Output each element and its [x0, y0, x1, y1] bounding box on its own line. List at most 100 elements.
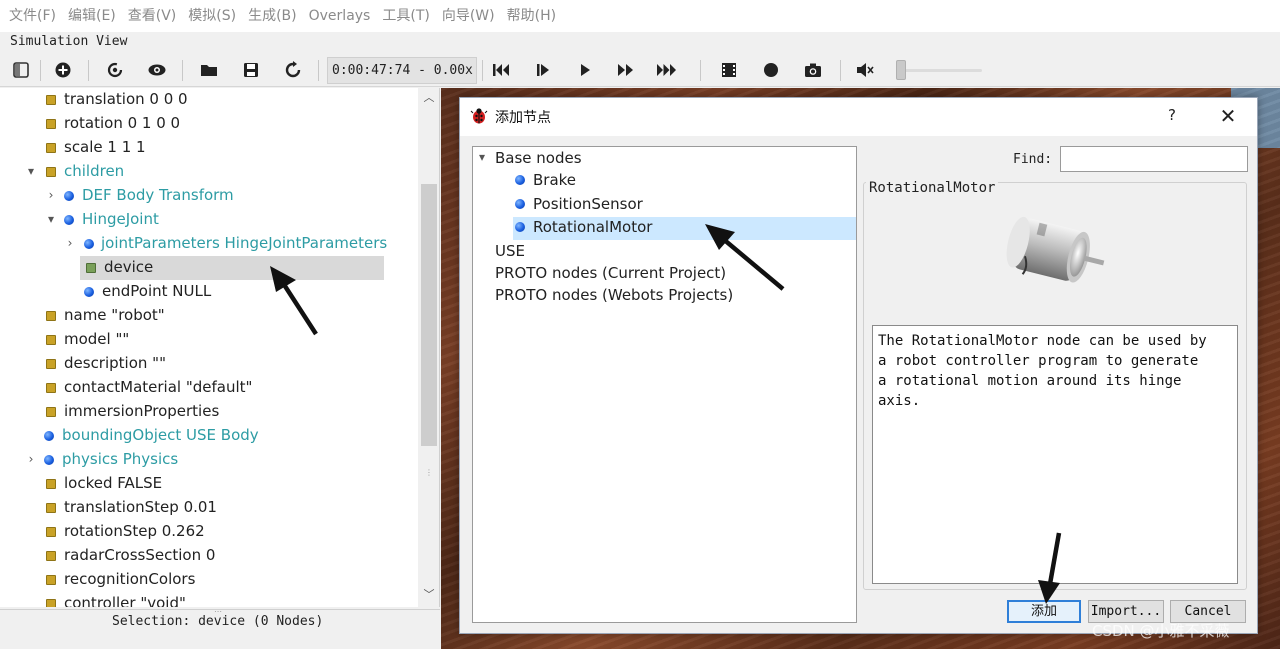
tree-group-use[interactable]: USE [495, 241, 845, 263]
tree-group-proto-webots[interactable]: PROTO nodes (Webots Projects) [495, 285, 845, 307]
tree-row-children[interactable]: ▾ children [0, 160, 418, 184]
tree-row-recognition-colors[interactable]: recognitionColors [0, 568, 418, 592]
menu-tools[interactable]: 工具(T) [376, 0, 435, 32]
node-description: The RotationalMotor node can be used by … [872, 325, 1238, 584]
tree-row-locked[interactable]: locked FALSE [0, 472, 418, 496]
tree-row-endpoint[interactable]: endPoint NULL [0, 280, 418, 304]
tree-row-scale[interactable]: scale 1 1 1 [0, 136, 418, 160]
selection-status-bar: ⋯ Selection: device (0 Nodes) [0, 607, 440, 649]
fastest-icon[interactable] [654, 57, 680, 83]
tree-row-bounding-object[interactable]: boundingObject USE Body [0, 424, 418, 448]
menu-build[interactable]: 生成(B) [242, 0, 303, 32]
add-node-icon[interactable] [50, 57, 76, 83]
field-icon [46, 407, 56, 417]
node-item-rotational-motor[interactable]: RotationalMotor [513, 217, 856, 240]
chevron-right-icon[interactable]: › [44, 187, 58, 203]
close-icon[interactable]: ✕ [1216, 104, 1240, 128]
menu-file[interactable]: 文件(F) [3, 0, 62, 32]
tree-row-device[interactable]: device [0, 256, 418, 280]
watermark: CSDN @小雅不采薇 [1092, 622, 1230, 640]
step-back-icon[interactable] [488, 57, 514, 83]
screenshot-icon[interactable] [800, 57, 826, 83]
help-button[interactable]: ? [1162, 106, 1182, 126]
scroll-up-icon[interactable]: ︿ [418, 89, 439, 107]
chevron-right-icon[interactable]: › [24, 451, 38, 467]
tree-row-rotation[interactable]: rotation 0 1 0 0 [0, 112, 418, 136]
tree-row-model[interactable]: model "" [0, 328, 418, 352]
slider-handle[interactable] [896, 60, 906, 80]
add-button[interactable]: 添加 [1007, 600, 1081, 623]
tree-row-translation[interactable]: translation 0 0 0 [0, 88, 418, 112]
step-icon[interactable] [530, 57, 556, 83]
tree-group-base-nodes[interactable]: ▾ Base nodes [477, 148, 855, 170]
menu-overlays[interactable]: Overlays [303, 0, 377, 32]
simulation-view-title: Simulation View [10, 34, 128, 49]
tree-row-controller[interactable]: controller "void" [0, 592, 418, 607]
node-type-tree: ▾ Base nodes Brake PositionSensor Rotati… [472, 146, 857, 623]
find-input[interactable] [1060, 146, 1248, 172]
tree-row-physics[interactable]: › physics Physics [0, 448, 418, 472]
field-icon [46, 551, 56, 561]
record-movie-icon[interactable] [716, 57, 742, 83]
tree-row-hingejoint[interactable]: ▾ HingeJoint [0, 208, 418, 232]
node-icon [64, 215, 74, 225]
fast-forward-icon[interactable] [613, 57, 639, 83]
scroll-thumb[interactable] [421, 184, 437, 446]
node-icon [84, 239, 94, 249]
field-icon [46, 503, 56, 513]
find-label: Find: [1013, 152, 1053, 167]
scroll-down-icon[interactable]: ﹀ [418, 586, 439, 604]
node-item-brake[interactable]: Brake [513, 170, 853, 192]
field-icon [46, 95, 56, 105]
chevron-down-icon[interactable]: ▾ [44, 211, 58, 227]
selection-status: Selection: device (0 Nodes) [112, 614, 324, 629]
splitter-grip[interactable]: ⋮ [423, 468, 435, 478]
field-icon [46, 527, 56, 537]
tree-row-contact-material[interactable]: contactMaterial "default" [0, 376, 418, 400]
tree-row-description[interactable]: description "" [0, 352, 418, 376]
field-icon [46, 359, 56, 369]
mute-icon[interactable] [852, 57, 878, 83]
record-icon[interactable] [758, 57, 784, 83]
add-node-dialog: 添加节点 ? ✕ ▾ Base nodes Brake PositionSens… [459, 97, 1258, 634]
save-icon[interactable] [238, 57, 264, 83]
tree-row-radar-cross-section[interactable]: radarCrossSection 0 [0, 544, 418, 568]
tree-scrollbar[interactable]: ︿ ⋮ ﹀ [418, 88, 439, 607]
chevron-down-icon[interactable]: ▾ [479, 150, 485, 164]
sound-volume-slider[interactable] [896, 59, 982, 81]
tree-row-immersion[interactable]: immersionProperties [0, 400, 418, 424]
dialog-title-bar: 添加节点 ? ✕ [460, 98, 1257, 136]
dialog-title: 添加节点 [495, 110, 551, 126]
toggle-panel-icon[interactable] [8, 57, 34, 83]
chevron-right-icon[interactable]: › [63, 235, 77, 251]
menu-help[interactable]: 帮助(H) [501, 0, 562, 32]
node-icon [84, 287, 94, 297]
chevron-down-icon[interactable]: ▾ [24, 163, 38, 179]
node-icon [44, 431, 54, 441]
node-item-position-sensor[interactable]: PositionSensor [513, 194, 853, 216]
tree-group-proto-current[interactable]: PROTO nodes (Current Project) [495, 263, 845, 285]
webots-window: 文件(F) 编辑(E) 查看(V) 模拟(S) 生成(B) Overlays 工… [0, 0, 1280, 649]
ladybug-icon [470, 107, 488, 129]
reload-icon[interactable] [102, 57, 128, 83]
tree-row-rotation-step[interactable]: rotationStep 0.262 [0, 520, 418, 544]
menu-wizards[interactable]: 向导(W) [436, 0, 501, 32]
menu-simulation[interactable]: 模拟(S) [182, 0, 242, 32]
tree-row-body-transform[interactable]: › DEF Body Transform [0, 184, 418, 208]
menu-edit[interactable]: 编辑(E) [62, 0, 122, 32]
field-icon [46, 311, 56, 321]
reset-icon[interactable] [280, 57, 306, 83]
field-icon [46, 575, 56, 585]
tree-row-name[interactable]: name "robot" [0, 304, 418, 328]
scene-tree: translation 0 0 0 rotation 0 1 0 0 scale… [0, 88, 440, 607]
open-folder-icon[interactable] [196, 57, 222, 83]
tree-row-joint-parameters[interactable]: › jointParameters HingeJointParameters [0, 232, 418, 256]
play-icon[interactable] [572, 57, 598, 83]
view-icon[interactable] [144, 57, 170, 83]
field-icon [46, 383, 56, 393]
rotational-motor-icon [992, 206, 1122, 306]
node-icon [515, 199, 525, 209]
node-info-title: RotationalMotor [866, 180, 999, 196]
tree-row-translation-step[interactable]: translationStep 0.01 [0, 496, 418, 520]
menu-view[interactable]: 查看(V) [122, 0, 183, 32]
